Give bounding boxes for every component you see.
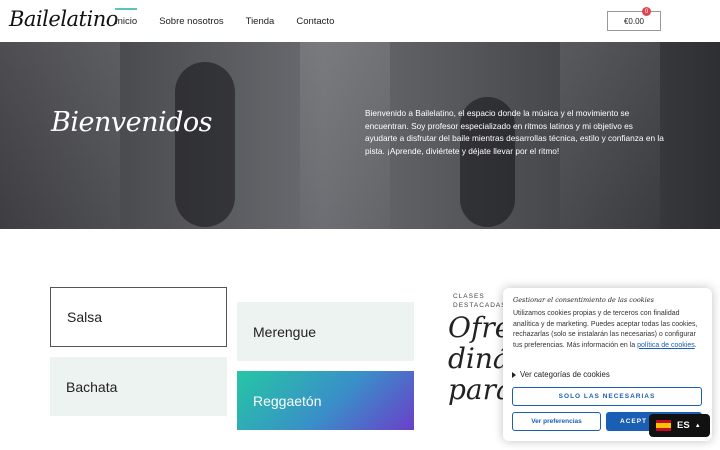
class-card-label: Bachata [66, 378, 118, 395]
class-card-label: Reggaetón [253, 392, 322, 409]
spain-flag-icon [656, 420, 671, 431]
hero-banner: Bienvenidos Bienvenido a Bailelatino, el… [0, 42, 720, 229]
nav-item-contacto[interactable]: Contacto [296, 0, 334, 42]
class-card-label: Merengue [253, 323, 317, 340]
cookie-panel-text: Utilizamos cookies propias y de terceros… [513, 310, 698, 349]
triangle-right-icon [512, 371, 516, 378]
cart-count-badge: 0 [642, 7, 651, 16]
class-card-salsa[interactable]: Salsa [50, 287, 227, 347]
class-card-bachata[interactable]: Bachata [50, 357, 227, 416]
cookie-policy-link[interactable]: política de cookies [637, 342, 695, 349]
hero-intro-text: Bienvenido a Bailelatino, el espacio don… [365, 108, 664, 156]
nav-item-tienda[interactable]: Tienda [246, 0, 275, 42]
hero-title: Bienvenidos [51, 107, 213, 138]
view-preferences-button[interactable]: Ver preferencias [512, 412, 601, 431]
class-card-merengue[interactable]: Merengue [237, 302, 414, 361]
nav-item-sobre-nosotros[interactable]: Sobre nosotros [159, 0, 223, 42]
cookie-categories-toggle[interactable]: Ver categorías de cookies [512, 370, 610, 379]
nav-item-inicio[interactable]: Inicio [115, 0, 138, 42]
cart-button[interactable]: €0.00 0 [607, 7, 661, 31]
hero-dancer-figure [175, 62, 235, 227]
chevron-up-icon: ▲ [694, 422, 701, 429]
site-logo[interactable]: Bailelatino [9, 7, 118, 31]
class-card-label: Salsa [67, 309, 103, 325]
site-header: Bailelatino Inicio Sobre nosotros Tienda… [0, 0, 720, 42]
main-nav: Inicio Sobre nosotros Tienda Contacto [115, 0, 356, 42]
cart-total: €0.00 [623, 16, 645, 26]
only-necessary-button[interactable]: SOLO LAS NECESARIAS [512, 387, 702, 406]
cookie-categories-label: Ver categorías de cookies [520, 370, 610, 379]
language-switcher[interactable]: ES ▲ [649, 414, 710, 437]
cookie-panel-title: Gestionar el consentimiento de las cooki… [513, 296, 654, 304]
class-card-reggaeton[interactable]: Reggaetón [237, 371, 414, 430]
language-code: ES [677, 420, 690, 431]
